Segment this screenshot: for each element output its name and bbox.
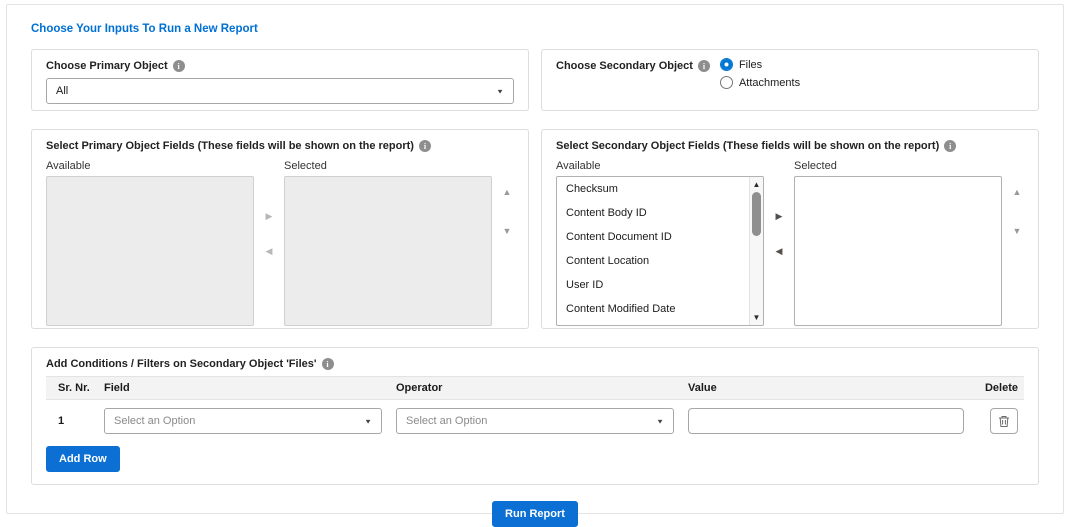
info-icon[interactable]: i <box>944 140 957 152</box>
secondary-object-radio-group: Files Attachments <box>719 58 801 89</box>
add-row-button[interactable]: Add Row <box>46 446 120 472</box>
run-report-button[interactable]: Run Report <box>492 501 578 527</box>
radio-option-attachments[interactable]: Attachments <box>719 76 801 89</box>
chevron-down-icon: ▼ <box>364 417 372 425</box>
secondary-object-panel: Choose Secondary Object i Files Attachme… <box>541 49 1039 111</box>
radio-selected-icon <box>719 58 733 71</box>
reorder-up-icon[interactable]: ▲ <box>1013 188 1022 197</box>
radio-files-label: Files <box>738 58 763 71</box>
secondary-fields-panel: Select Secondary Object Fields (These fi… <box>541 129 1039 329</box>
primary-object-panel: Choose Primary Object i All ▼ <box>31 49 529 111</box>
info-icon[interactable]: i <box>172 60 185 72</box>
column-header-delete: Delete <box>984 382 1018 394</box>
primary-fields-label: Select Primary Object Fields (These fiel… <box>46 140 414 152</box>
list-item[interactable]: Content Body ID <box>557 201 749 225</box>
secondary-object-label: Choose Secondary Object <box>556 60 693 72</box>
page-title: Choose Your Inputs To Run a New Report <box>31 23 258 35</box>
list-item[interactable]: Checksum <box>557 177 749 201</box>
available-label: Available <box>556 160 601 172</box>
selected-label: Selected <box>284 160 327 172</box>
operator-select-placeholder: Select an Option <box>406 415 488 427</box>
info-icon[interactable]: i <box>321 358 334 370</box>
info-icon[interactable]: i <box>418 140 431 152</box>
move-left-icon[interactable]: ◀ <box>776 247 783 256</box>
move-right-icon[interactable]: ▶ <box>776 212 783 221</box>
primary-object-selected-value: All <box>56 85 69 97</box>
radio-unselected-icon <box>719 76 733 89</box>
primary-selected-listbox[interactable] <box>284 176 492 326</box>
primary-available-listbox[interactable] <box>46 176 254 326</box>
chevron-down-icon: ▼ <box>656 417 664 425</box>
move-left-icon[interactable]: ◀ <box>266 247 273 256</box>
list-item[interactable]: Content Location <box>557 249 749 273</box>
column-header-field: Field <box>104 382 130 394</box>
condition-row: 1 Select an Option ▼ Select an Option ▼ <box>46 400 1024 444</box>
trash-icon <box>999 415 1009 427</box>
primary-object-select[interactable]: All ▼ <box>46 78 514 104</box>
column-header-operator: Operator <box>396 382 443 394</box>
move-right-icon[interactable]: ▶ <box>266 212 273 221</box>
list-item[interactable]: Content Document ID <box>557 225 749 249</box>
info-icon[interactable]: i <box>697 60 710 72</box>
selected-label: Selected <box>794 160 837 172</box>
field-select-placeholder: Select an Option <box>114 415 196 427</box>
primary-object-label: Choose Primary Object <box>46 60 168 72</box>
list-item[interactable]: User ID <box>557 273 749 297</box>
radio-option-files[interactable]: Files <box>719 58 800 71</box>
report-builder-page: Choose Your Inputs To Run a New Report C… <box>6 4 1064 527</box>
field-select[interactable]: Select an Option ▼ <box>104 408 382 434</box>
column-header-value: Value <box>688 382 717 394</box>
operator-select[interactable]: Select an Option ▼ <box>396 408 674 434</box>
secondary-available-listbox[interactable]: Checksum Content Body ID Content Documen… <box>556 176 764 326</box>
scrollbar-thumb[interactable] <box>752 192 761 236</box>
chevron-down-icon: ▼ <box>496 87 504 95</box>
row-number: 1 <box>58 415 65 427</box>
column-header-srnr: Sr. Nr. <box>58 382 90 394</box>
secondary-selected-listbox[interactable] <box>794 176 1002 326</box>
scroll-down-icon[interactable]: ▼ <box>750 310 763 325</box>
list-item[interactable]: Content Modified Date <box>557 297 749 321</box>
conditions-table-header: Sr. Nr. Field Operator Value Delete <box>46 376 1024 400</box>
available-label: Available <box>46 160 91 172</box>
secondary-fields-label: Select Secondary Object Fields (These fi… <box>556 140 940 152</box>
conditions-label: Add Conditions / Filters on Secondary Ob… <box>46 358 317 370</box>
conditions-panel: Add Conditions / Filters on Secondary Ob… <box>31 347 1039 485</box>
scroll-up-icon[interactable]: ▲ <box>750 177 763 192</box>
reorder-up-icon[interactable]: ▲ <box>503 188 512 197</box>
value-input[interactable] <box>688 408 964 434</box>
primary-fields-panel: Select Primary Object Fields (These fiel… <box>31 129 529 329</box>
reorder-down-icon[interactable]: ▼ <box>1013 227 1022 236</box>
scrollbar[interactable]: ▲ ▼ <box>749 177 763 325</box>
delete-row-button[interactable] <box>990 408 1018 434</box>
radio-attachments-label: Attachments <box>738 76 801 89</box>
reorder-down-icon[interactable]: ▼ <box>503 227 512 236</box>
